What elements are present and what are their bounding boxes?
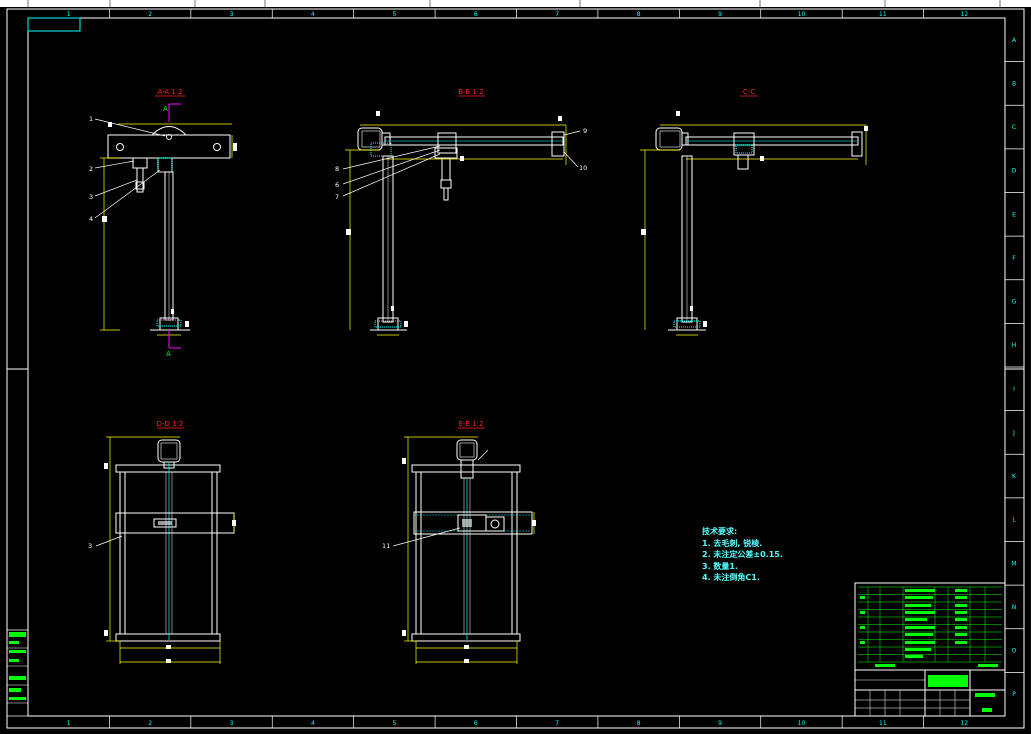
view-d-d: D-D 1:2 3 [88, 420, 236, 664]
zone-label-bottom: 4 [311, 720, 315, 727]
view-c-c: C-C [640, 88, 868, 336]
technical-notes: 技术要求: 1. 去毛刺, 锐棱. 2. 未注定公差±0.15. 3. 数量1.… [702, 526, 783, 584]
zone-label-top: 2 [148, 11, 152, 18]
zone-label-bottom: 6 [474, 720, 478, 727]
zone-label-right: A [1012, 37, 1017, 44]
balloon-v1-2: 2 [89, 165, 93, 173]
balloon-v2-9: 9 [583, 127, 587, 135]
zone-label-right: E [1012, 211, 1016, 218]
balloon-v2-6: 6 [335, 181, 339, 189]
zone-label-right: N [1012, 604, 1017, 611]
balloon-v5-11: 11 [382, 542, 390, 550]
zone-label-right: H [1012, 342, 1017, 349]
view-a-a: A-A 1:2 A A 1 2 3 4 [89, 88, 237, 358]
zone-label-bottom: 12 [960, 720, 968, 727]
balloon-v2-10: 10 [579, 164, 587, 172]
zone-label-bottom: 2 [148, 720, 152, 727]
zone-label-bottom: 7 [555, 720, 559, 727]
zone-label-right: G [1012, 299, 1017, 306]
section-mark-bottom: A [166, 350, 171, 358]
zone-label-top: 6 [474, 11, 478, 18]
frame-corner-box [27, 17, 81, 32]
zone-label-right: K [1012, 473, 1017, 480]
zone-label-right: C [1012, 124, 1016, 131]
zone-label-top: 5 [392, 11, 396, 18]
zone-label-right: P [1012, 691, 1016, 698]
zone-label-right: D [1012, 168, 1017, 175]
view-b-b: B-B 1:2 8 6 7 9 10 [335, 88, 587, 336]
view-e-e: E-E 1:2 11 [382, 420, 536, 664]
zone-label-top: 8 [637, 11, 641, 18]
zone-label-top: 10 [798, 11, 806, 18]
balloon-v1-3: 3 [89, 193, 93, 201]
zone-band-bottom: 1 2 3 4 5 6 7 8 9 10 11 12 [67, 716, 968, 728]
zone-label-right: L [1012, 517, 1016, 524]
balloon-v2-8: 8 [335, 165, 339, 173]
zone-label-bottom: 10 [798, 720, 806, 727]
zone-label-right: J [1012, 429, 1015, 436]
zone-label-right: M [1011, 560, 1016, 567]
zone-label-right: F [1012, 255, 1016, 262]
zone-label-bottom: 1 [67, 720, 71, 727]
view-title-b-b: B-B 1:2 [458, 88, 483, 96]
zone-label-bottom: 5 [392, 720, 396, 727]
title-block [854, 582, 1006, 717]
view-title-e-e: E-E 1:2 [459, 420, 484, 428]
zone-label-top: 9 [718, 11, 722, 18]
view-title-a-a: A-A 1:2 [157, 88, 182, 96]
zone-band-top: 1 2 3 4 5 6 7 8 9 10 11 12 [67, 9, 968, 18]
notes-item-4: 4. 未注倒角C1. [702, 573, 760, 582]
balloon-v1-1: 1 [89, 115, 93, 123]
zone-label-right: O [1012, 648, 1017, 655]
zone-label-top: 12 [960, 11, 968, 18]
zone-label-bottom: 9 [718, 720, 722, 727]
zone-label-right: I [1013, 386, 1015, 393]
zone-label-right: B [1012, 80, 1016, 87]
left-edge-stamp [6, 629, 29, 717]
zone-band-right: A B C D E F G H I J K L M N O P [1005, 37, 1024, 698]
outer-frame [6, 8, 1025, 729]
notes-title: 技术要求: [702, 527, 738, 536]
zone-label-top: 4 [311, 11, 315, 18]
notes-item-2: 2. 未注定公差±0.15. [702, 550, 783, 559]
balloon-v1-4: 4 [89, 215, 93, 223]
view-title-c-c: C-C [743, 88, 755, 96]
cad-drawing-canvas: 1 2 3 4 5 6 7 8 9 10 11 12 1 2 3 4 5 6 7 8 9 10 11 12 ABCDEFGH… [0, 0, 1031, 729]
section-mark-top: A [163, 105, 168, 113]
notes-item-3: 3. 数量1. [702, 561, 738, 571]
zone-label-bottom: 3 [230, 720, 234, 727]
view-title-d-d: D-D 1:2 [157, 420, 184, 428]
balloon-v2-7: 7 [335, 193, 339, 201]
zone-label-top: 1 [67, 11, 71, 18]
zone-label-top: 7 [555, 11, 559, 18]
balloon-v4-3: 3 [88, 542, 92, 550]
top-ruler-bar [0, 0, 1031, 7]
zone-label-bottom: 11 [879, 720, 887, 727]
zone-label-top: 3 [230, 11, 234, 18]
zone-label-top: 11 [879, 11, 887, 18]
zone-label-bottom: 8 [637, 720, 641, 727]
notes-item-1: 1. 去毛刺, 锐棱. [702, 538, 763, 548]
